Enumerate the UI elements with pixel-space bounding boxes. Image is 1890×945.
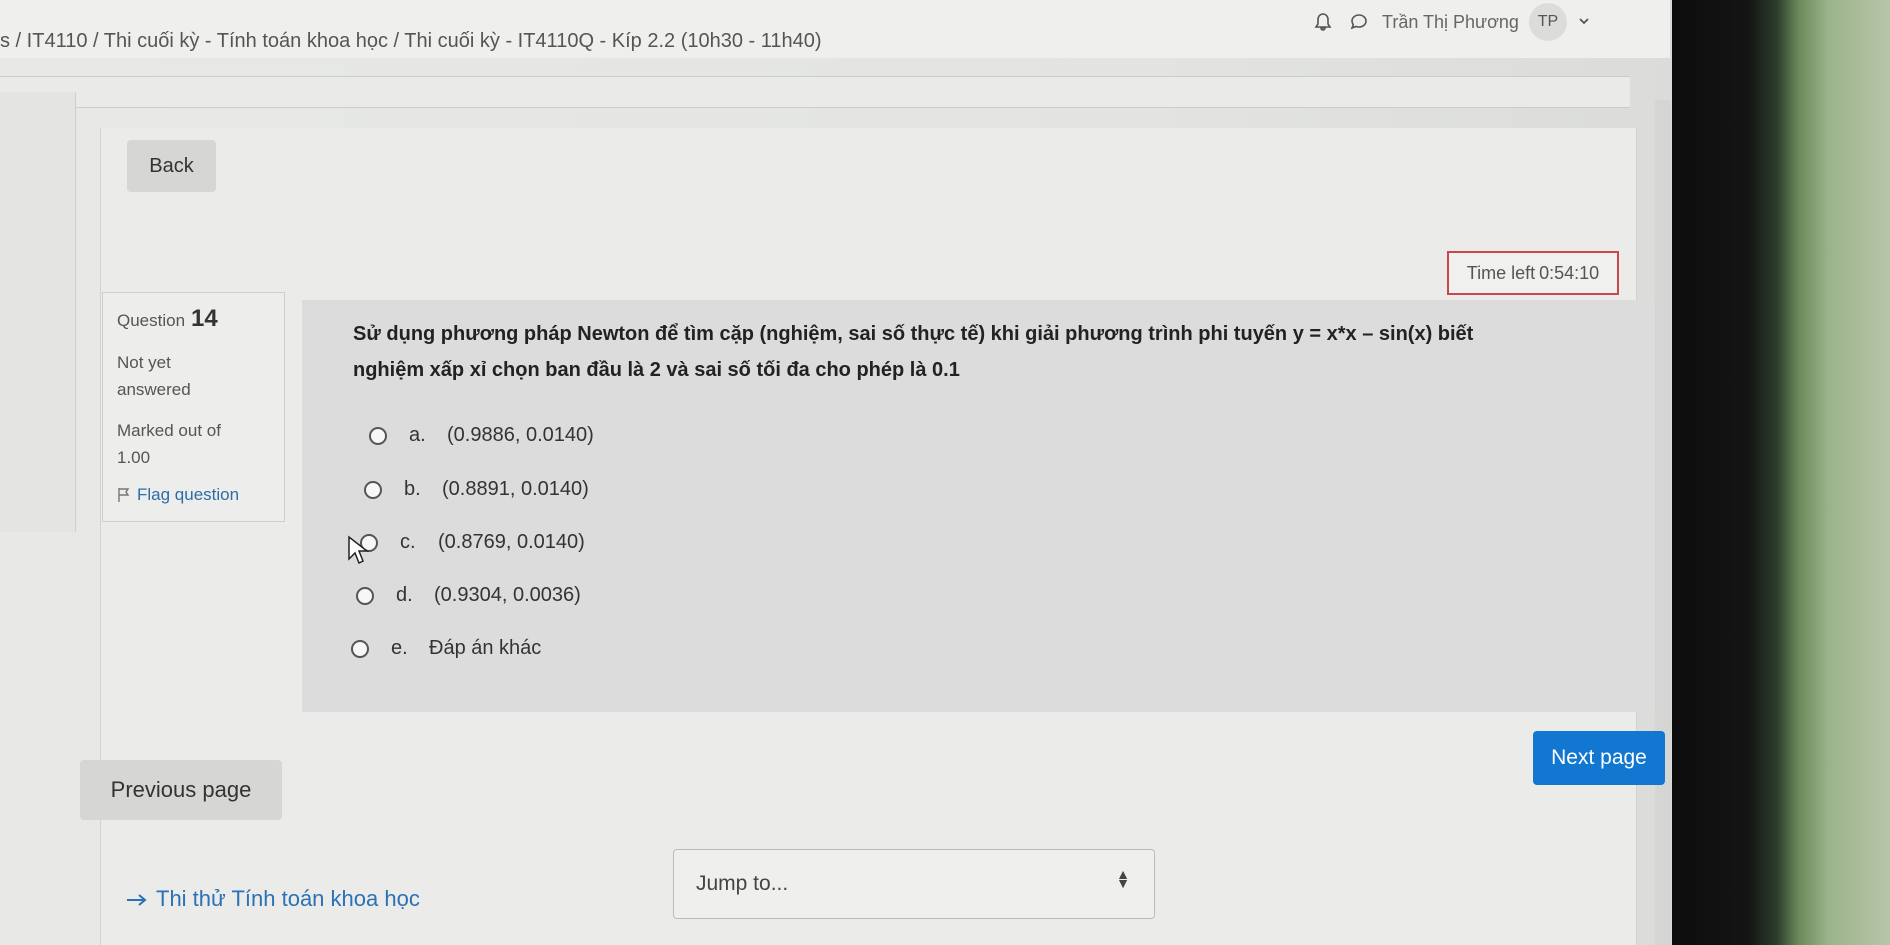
answer-option-b[interactable]: b. (0.8891, 0.0140)	[364, 478, 589, 501]
page-header-divider	[0, 76, 1630, 108]
chat-icon[interactable]	[1346, 9, 1372, 35]
radio-button[interactable]	[369, 426, 387, 445]
scrollbar[interactable]	[1655, 100, 1671, 945]
timer-label: Time left	[1466, 262, 1536, 283]
previous-page-button[interactable]: Previous page	[80, 760, 282, 820]
course-link[interactable]: Thi thử Tính toán khoa học	[126, 886, 420, 912]
question-text-line-2: nghiệm xấp xỉ chọn ban đầu là 2 và sai s…	[353, 359, 960, 381]
flag-icon	[118, 488, 130, 502]
answer-text[interactable]: (0.9304, 0.0036)	[434, 584, 581, 607]
grade-line-1: Marked out of	[117, 421, 221, 440]
user-menu[interactable]: Trần Thị Phương TP	[1310, 3, 1591, 41]
question-text-line-1: Sử dụng phương pháp Newton để tìm cặp (n…	[353, 323, 1474, 345]
left-drawer	[0, 92, 76, 532]
answer-text[interactable]: Đáp án khác	[429, 637, 541, 660]
answer-text[interactable]: (0.8769, 0.0140)	[438, 531, 585, 554]
chevron-down-icon[interactable]	[1577, 12, 1591, 33]
state-line-1: Not yet	[117, 353, 171, 372]
answer-option-e[interactable]: e. Đáp án khác	[351, 637, 541, 660]
answer-option-c[interactable]: c. (0.8769, 0.0140)	[360, 531, 585, 554]
monitor-bezel	[1672, 0, 1890, 945]
radio-button[interactable]	[351, 639, 369, 658]
jump-to-label: Jump to...	[696, 872, 789, 895]
flag-question-label[interactable]: Flag question	[137, 485, 239, 505]
course-link-label[interactable]: Thi thử Tính toán khoa học	[156, 886, 420, 912]
radio-button[interactable]	[356, 586, 374, 605]
back-button[interactable]: Back	[127, 140, 216, 192]
radio-button[interactable]	[364, 480, 382, 499]
select-arrows-icon: ▲ ▼	[1116, 866, 1130, 891]
grade-line-2: 1.00	[117, 448, 151, 467]
flag-question-link[interactable]: Flag question	[117, 485, 270, 505]
answer-letter: b.	[404, 478, 421, 500]
jump-to-select[interactable]: Jump to... ▲ ▼	[673, 849, 1155, 919]
mouse-cursor-icon	[348, 535, 369, 565]
question-number-value: 14	[191, 305, 218, 332]
user-name[interactable]: Trần Thị Phương	[1382, 12, 1519, 33]
next-page-button[interactable]: Next page	[1533, 731, 1665, 785]
question-label: Question	[117, 311, 186, 330]
state-line-2: answered	[117, 380, 191, 399]
question-number: Question 14	[117, 305, 270, 333]
question-text: Sử dụng phương pháp Newton để tìm cặp (n…	[353, 316, 1613, 388]
quiz-timer: Time left 0:54:10	[1447, 251, 1619, 295]
answer-letter: a.	[409, 424, 426, 446]
answer-text[interactable]: (0.8891, 0.0140)	[442, 478, 589, 501]
timer-value: 0:54:10	[1539, 262, 1600, 283]
question-info-box: Question 14 Not yet answered Marked out …	[102, 292, 285, 522]
answer-letter: e.	[391, 637, 408, 659]
avatar[interactable]: TP	[1528, 3, 1567, 41]
answer-letter: d.	[396, 584, 413, 606]
question-state: Not yet answered	[117, 349, 270, 403]
question-grade: Marked out of 1.00	[117, 417, 270, 471]
answer-letter: c.	[400, 531, 416, 553]
answer-text[interactable]: (0.9886, 0.0140)	[447, 424, 594, 447]
arrow-left-icon	[126, 886, 148, 912]
bell-icon[interactable]	[1310, 9, 1336, 35]
answer-option-a[interactable]: a. (0.9886, 0.0140)	[369, 424, 594, 447]
answer-option-d[interactable]: d. (0.9304, 0.0036)	[356, 584, 581, 607]
breadcrumb[interactable]: s / IT4110 / Thi cuối kỳ - Tính toán kho…	[0, 30, 822, 53]
